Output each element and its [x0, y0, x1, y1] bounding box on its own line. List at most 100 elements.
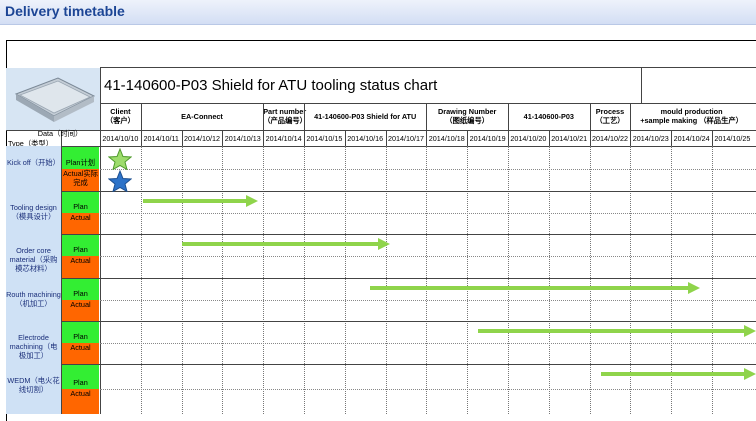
grid-line	[140, 146, 142, 414]
grid-line	[508, 130, 509, 146]
grid-line	[100, 103, 756, 104]
date-cell: 2014/10/10	[102, 134, 139, 143]
grid-line	[100, 389, 756, 390]
plan-cell: Plan	[62, 279, 99, 300]
type-label: Order core material（采购模芯材料）	[9, 246, 58, 273]
date-cell: 2014/10/20	[510, 134, 547, 143]
grid-line	[304, 130, 305, 146]
type-label: Kick off（开始）	[7, 158, 60, 167]
grid-line	[548, 130, 550, 146]
chart-title: 41-140600-P03 Shield for ATU tooling sta…	[104, 77, 438, 94]
date-cell: 2014/10/17	[388, 134, 424, 143]
green-arrow-icon	[143, 194, 258, 212]
plan-cell: Plan	[62, 322, 99, 343]
date-cell: 2014/10/19	[469, 134, 506, 143]
actual-cell: Actual	[62, 300, 99, 321]
grid-line	[426, 146, 428, 414]
green-arrow-icon	[182, 237, 390, 255]
green-arrow-icon	[370, 281, 700, 299]
header-cell: Client （客户）	[105, 107, 135, 125]
grid-line	[641, 67, 642, 103]
grid-line	[100, 213, 756, 214]
plan-cell: Plan	[62, 192, 99, 213]
grid-line	[508, 146, 509, 414]
grid-line	[467, 146, 469, 414]
green-arrow-icon	[478, 324, 756, 342]
grid-line	[426, 103, 428, 130]
grid-line	[630, 103, 632, 130]
header-cell: Drawing Number （图纸编号）	[437, 107, 497, 125]
grid-line	[140, 130, 142, 146]
date-cell: 2014/10/15	[306, 134, 343, 143]
grid-line	[467, 130, 469, 146]
grid-line	[181, 130, 183, 146]
grid-line	[304, 103, 305, 130]
grid-line	[589, 146, 591, 414]
part-image	[6, 68, 101, 131]
grid-line	[263, 146, 265, 414]
date-cell: 2014/10/16	[347, 134, 384, 143]
grid-line	[100, 300, 756, 301]
grid-line	[712, 130, 713, 146]
corner-data-label: Data（时间）	[37, 129, 83, 138]
grid-line	[344, 130, 346, 146]
grid-line	[222, 130, 224, 146]
date-cell: 2014/10/21	[551, 134, 588, 143]
grid-line	[181, 146, 183, 414]
grid-line	[6, 321, 756, 322]
grid-line	[222, 146, 224, 414]
date-cell: 2014/10/25	[714, 134, 751, 143]
grid-line	[589, 130, 591, 146]
grid-line	[100, 343, 756, 344]
grid-line	[100, 67, 756, 68]
page-title: Delivery timetable	[5, 3, 125, 19]
header-cell: mould production +sample making （样品生产）	[640, 107, 743, 125]
plan-cell: Plan	[62, 235, 99, 256]
actual-cell: Actual实际完成	[62, 169, 99, 191]
grid-line	[100, 169, 756, 170]
grid-line	[6, 278, 756, 279]
date-cell: 2014/10/22	[592, 134, 628, 143]
date-cell: 2014/10/23	[632, 134, 669, 143]
header-cell: 41-140600-P03	[523, 112, 574, 121]
header-cell: EA-Connect	[181, 112, 223, 121]
grid-line	[304, 146, 305, 414]
grid-line	[100, 256, 756, 257]
grid-line	[589, 103, 591, 130]
header-cell: 41-140600-P03 Shield for ATU	[314, 112, 417, 121]
header-cell: Part number （产品编号）	[263, 107, 307, 125]
grid-line	[140, 103, 142, 130]
grid-line	[385, 146, 387, 414]
plan-cell: Plan	[62, 365, 99, 389]
date-cell: 2014/10/24	[673, 134, 710, 143]
grid-line	[100, 67, 101, 414]
grid-line	[508, 103, 509, 130]
type-label: Tooling design（模具设计）	[10, 203, 57, 221]
grid-line	[6, 234, 756, 235]
grid-line	[263, 103, 265, 130]
grid-line	[630, 130, 632, 146]
date-cell: 2014/10/11	[143, 134, 179, 143]
green-arrow-icon	[601, 367, 756, 385]
date-cell: 2014/10/12	[184, 134, 220, 143]
grid-line	[6, 130, 756, 131]
grid-line	[426, 130, 428, 146]
type-label: Routh machining（机加工）	[6, 290, 61, 308]
header-bar: Delivery timetable	[0, 0, 756, 25]
actual-cell: Actual	[62, 213, 99, 234]
grid-line	[6, 146, 756, 147]
actual-cell: Actual	[62, 389, 99, 414]
grid-line	[263, 130, 265, 146]
date-cell: 2014/10/13	[224, 134, 261, 143]
type-cell-bg	[6, 146, 61, 191]
blue-star-icon	[107, 169, 133, 197]
header-cell: Process （工艺）	[595, 107, 625, 125]
grid-line	[385, 130, 387, 146]
grid-line	[344, 146, 346, 414]
grid-line	[548, 146, 550, 414]
plan-cell: Plan计划	[62, 147, 99, 169]
date-cell: 2014/10/14	[265, 134, 302, 143]
date-cell: 2014/10/18	[428, 134, 465, 143]
type-label: Electrode machining（电极加工）	[9, 333, 58, 360]
type-label: WEDM（电火花线切割）	[7, 376, 60, 394]
